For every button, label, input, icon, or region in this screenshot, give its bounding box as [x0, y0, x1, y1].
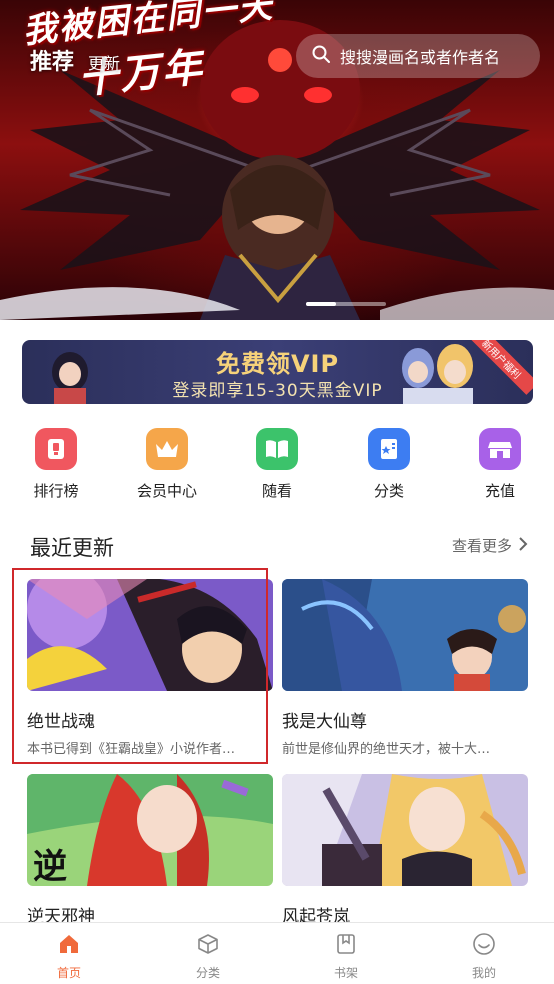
comic-description: 前世是修仙界的绝世天才，被十大…	[282, 742, 491, 757]
tab-recommend[interactable]: 推荐	[30, 44, 74, 76]
nav-category-label: 分类	[195, 966, 220, 980]
nav-profile[interactable]: 我的	[449, 931, 519, 981]
selection-highlight	[12, 568, 268, 764]
bookshelf-icon	[333, 931, 359, 957]
comic-cover[interactable]: 逆	[27, 774, 273, 886]
vip-promo-banner[interactable]: 免费领VIP 登录即享15-30天黑金VIP 新用户福利	[22, 340, 533, 404]
hero-banner[interactable]: 我被困在同一天 十万年 推荐 更新 搜搜漫画名或者作者名	[0, 0, 554, 320]
shortcut-vip-center[interactable]: 会员中心	[127, 428, 207, 501]
cube-icon	[195, 931, 221, 957]
view-more-link[interactable]: 查看更多	[452, 535, 528, 556]
shortcut-recharge-label: 充值	[484, 482, 515, 500]
shortcut-recharge[interactable]: 充值	[460, 428, 540, 501]
category-book-icon	[368, 428, 410, 470]
bottom-navigation: 首页 分类 书架 我的	[0, 922, 554, 984]
shortcut-random-read-label: 随看	[261, 482, 292, 500]
nav-category[interactable]: 分类	[173, 931, 243, 981]
section-title-recent: 最近更新	[30, 536, 114, 560]
vip-characters-right	[402, 344, 473, 404]
nav-home[interactable]: 首页	[34, 931, 104, 981]
chevron-right-icon	[518, 536, 528, 556]
home-icon	[56, 931, 82, 957]
book-open-icon	[256, 428, 298, 470]
comic-title: 我是大仙尊	[282, 712, 367, 732]
search-placeholder: 搜搜漫画名或者作者名	[340, 48, 501, 67]
crown-icon	[146, 428, 188, 470]
profile-smile-icon	[471, 931, 497, 957]
comic-cover[interactable]	[282, 579, 528, 691]
ranking-icon	[35, 428, 77, 470]
nav-profile-label: 我的	[471, 966, 496, 980]
shortcut-ranking[interactable]: 排行榜	[16, 428, 96, 501]
shortcut-row: 排行榜 会员中心 随看 分类 充值	[0, 428, 554, 504]
shortcut-category-label: 分类	[373, 482, 404, 500]
comic-cover[interactable]	[282, 774, 528, 886]
shortcut-random-read[interactable]: 随看	[237, 428, 317, 501]
cover-calligraphy: 逆	[33, 847, 67, 886]
tab-update[interactable]: 更新	[88, 50, 120, 74]
comic-card[interactable]: 逆 逆天邪神	[27, 774, 273, 927]
top-tabs: 推荐 更新	[30, 44, 120, 76]
carousel-indicator	[306, 302, 386, 306]
shortcut-ranking-label: 排行榜	[33, 482, 79, 500]
shortcut-vip-center-label: 会员中心	[136, 482, 197, 500]
comic-card[interactable]: 风起苍岚	[282, 774, 528, 927]
view-more-label: 查看更多	[451, 537, 512, 555]
search-icon	[312, 45, 330, 67]
nav-bookshelf[interactable]: 书架	[311, 931, 381, 981]
search-bar[interactable]: 搜搜漫画名或者作者名	[296, 34, 540, 78]
shortcut-category[interactable]: 分类	[349, 428, 429, 501]
nav-bookshelf-label: 书架	[333, 966, 358, 980]
comic-card[interactable]: 我是大仙尊 前世是修仙界的绝世天才，被十大…	[282, 579, 528, 757]
shop-icon	[479, 428, 521, 470]
nav-home-label: 首页	[56, 966, 81, 980]
carousel-indicator-active	[306, 302, 336, 306]
